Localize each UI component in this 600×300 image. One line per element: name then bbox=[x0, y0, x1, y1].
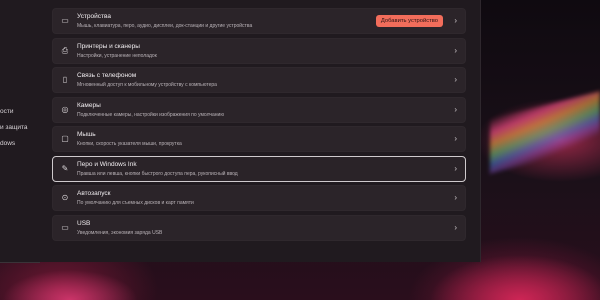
add-device-button[interactable]: Добавить устройство bbox=[375, 15, 443, 27]
card-description: Уведомления, экономия заряда USB bbox=[77, 229, 163, 236]
nav-item-windows-update[interactable]: dows bbox=[0, 140, 15, 147]
chevron-right-icon: › bbox=[454, 104, 457, 114]
card-description: Правша или левша, кнопки быстрого доступ… bbox=[77, 170, 238, 177]
chevron-right-icon: › bbox=[454, 222, 457, 232]
usb-icon: ▭ bbox=[61, 222, 69, 232]
card-description: По умолчанию для съемных дисков и карт п… bbox=[77, 200, 194, 206]
chevron-right-icon: › bbox=[454, 16, 457, 25]
card-cameras[interactable]: ◎ Камеры Подключенные камеры, настройки … bbox=[52, 96, 466, 123]
card-title: Перо и Windows Ink bbox=[77, 160, 137, 168]
card-pen-windows-ink[interactable]: ✎ Перо и Windows Ink Правша или левша, к… bbox=[52, 155, 466, 182]
settings-nav: ости и защита dows bbox=[0, 0, 40, 262]
chevron-right-icon: › bbox=[454, 163, 457, 173]
card-description: Кнопки, скорость указателя мыши, прокрут… bbox=[77, 141, 182, 147]
settings-window: ости и защита dows ▭ Устройства Мышь, кл… bbox=[0, 0, 481, 263]
camera-icon: ◎ bbox=[61, 104, 69, 114]
card-description: Мышь, клавиатура, перо, аудио, дисплеи, … bbox=[77, 23, 253, 29]
card-title: Устройства bbox=[77, 13, 112, 20]
card-phone-link[interactable]: ▯ Связь с телефоном Мгновенный доступ к … bbox=[52, 67, 466, 93]
card-description: Настройки, устранение неполадок bbox=[77, 52, 157, 59]
card-mouse[interactable]: ▢ Мышь Кнопки, скорость указателя мыши, … bbox=[52, 126, 466, 152]
card-description: Подключенные камеры, настройки изображен… bbox=[77, 111, 225, 118]
printer-icon: ⎙ bbox=[61, 45, 69, 55]
card-devices[interactable]: ▭ Устройства Мышь, клавиатура, перо, ауд… bbox=[52, 8, 466, 34]
card-title: Камеры bbox=[77, 101, 101, 109]
card-autoplay[interactable]: ⊙ Автозапуск По умолчанию для съемных ди… bbox=[52, 185, 466, 211]
card-description: Мгновенный доступ к мобильному устройств… bbox=[77, 82, 217, 88]
card-printers[interactable]: ⎙ Принтеры и сканеры Настройки, устранен… bbox=[52, 37, 466, 64]
mouse-icon: ▢ bbox=[61, 134, 69, 143]
card-title: USB bbox=[77, 219, 91, 227]
phone-icon: ▯ bbox=[62, 75, 68, 84]
autoplay-icon: ⊙ bbox=[61, 193, 69, 202]
chevron-right-icon: › bbox=[454, 193, 457, 202]
devices-icon: ▭ bbox=[61, 16, 69, 25]
nav-item-accessibility[interactable]: ости bbox=[0, 108, 13, 115]
card-title: Автозапуск bbox=[77, 190, 111, 197]
card-title: Связь с телефоном bbox=[77, 72, 137, 79]
card-title: Принтеры и сканеры bbox=[77, 42, 140, 50]
card-usb[interactable]: ▭ USB Уведомления, экономия заряда USB › bbox=[52, 214, 466, 241]
chevron-right-icon: › bbox=[454, 45, 457, 55]
chevron-right-icon: › bbox=[454, 134, 457, 143]
pen-icon: ✎ bbox=[61, 163, 69, 173]
card-title: Мышь bbox=[77, 131, 96, 138]
nav-item-security[interactable]: и защита bbox=[0, 124, 28, 131]
devices-list: ▭ Устройства Мышь, клавиатура, перо, ауд… bbox=[52, 8, 466, 244]
chevron-right-icon: › bbox=[454, 75, 457, 84]
